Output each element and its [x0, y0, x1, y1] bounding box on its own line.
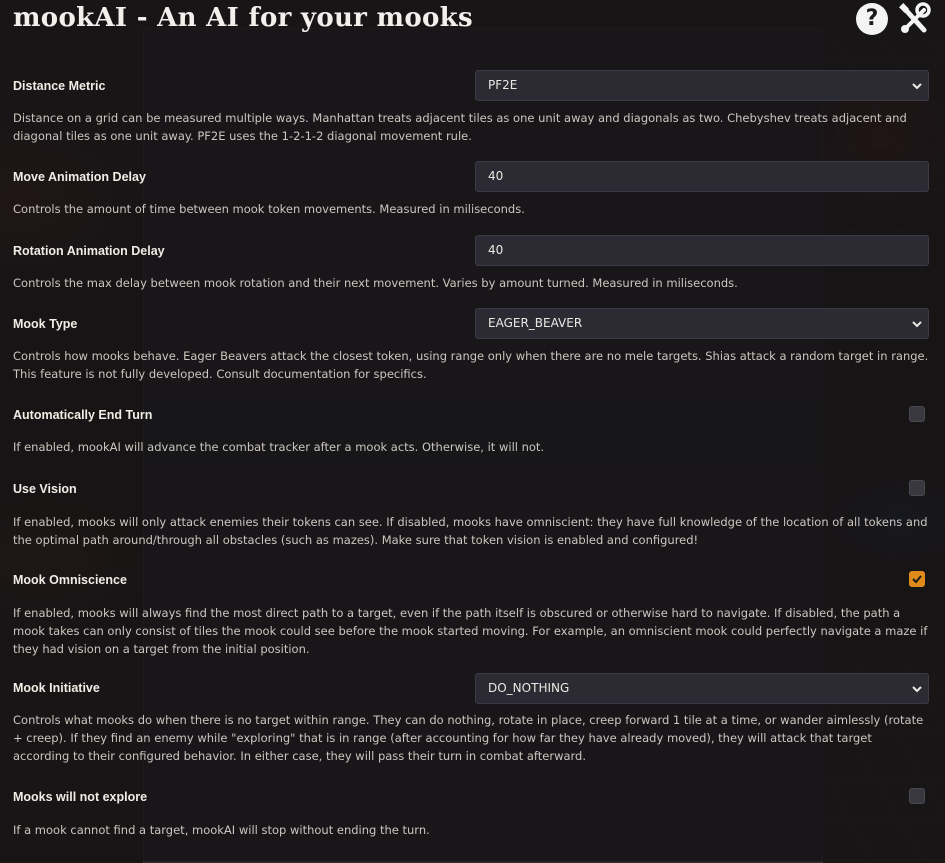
setting-hint: If enabled, mookAI will advance the comb…: [13, 440, 545, 454]
setting-hint: Controls the amount of time between mook…: [13, 202, 525, 216]
setting-mook-type: Mook Type EAGER_BEAVER Controls how mook…: [13, 307, 929, 387]
setting-hint: If a mook cannot find a target, mookAI w…: [13, 823, 430, 837]
use-vision-checkbox[interactable]: [909, 480, 925, 496]
question-circle-icon[interactable]: ?: [856, 3, 888, 35]
chevron-down-icon: [912, 321, 922, 328]
setting-hint: If enabled, mooks will only attack enemi…: [13, 515, 928, 547]
setting-label: Mooks will not explore: [13, 790, 148, 804]
setting-hint: Controls what mooks do when there is no …: [13, 713, 924, 763]
setting-rotation-animation-delay: Rotation Animation Delay 40 Controls the…: [13, 234, 929, 294]
check-icon: [912, 575, 922, 584]
setting-label: Mook Type: [13, 317, 78, 331]
setting-label: Mook Omniscience: [13, 573, 127, 587]
setting-move-animation-delay: Move Animation Delay 40 Controls the amo…: [13, 160, 929, 220]
select-value: EAGER_BEAVER: [488, 316, 583, 330]
setting-use-vision: Use Vision If enabled, mooks will only a…: [13, 472, 929, 552]
select-value: DO_NOTHING: [488, 681, 570, 695]
setting-label: Distance Metric: [13, 79, 106, 93]
setting-hint: Controls the max delay between mook rota…: [13, 276, 738, 290]
setting-automatically-end-turn: Automatically End Turn If enabled, mookA…: [13, 398, 929, 458]
setting-label: Use Vision: [13, 482, 77, 496]
setting-label: Move Animation Delay: [13, 170, 146, 184]
mook-omniscience-checkbox[interactable]: [909, 571, 925, 587]
rotation-animation-delay-input[interactable]: 40: [475, 235, 929, 266]
setting-hint: Distance on a grid can be measured multi…: [13, 111, 907, 143]
setting-hint: If enabled, mooks will always find the m…: [13, 606, 928, 656]
setting-mook-omniscience: Mook Omniscience If enabled, mooks will …: [13, 563, 929, 663]
setting-mook-initiative: Mook Initiative DO_NOTHING Controls what…: [13, 671, 929, 771]
move-animation-delay-input[interactable]: 40: [475, 161, 929, 192]
automatically-end-turn-checkbox[interactable]: [909, 406, 925, 422]
select-value: PF2E: [488, 78, 518, 92]
setting-hint: Controls how mooks behave. Eager Beavers…: [13, 349, 929, 381]
chevron-down-icon: [912, 83, 922, 90]
setting-label: Rotation Animation Delay: [13, 244, 165, 258]
setting-mooks-will-not-explore: Mooks will not explore If a mook cannot …: [13, 780, 929, 840]
distance-metric-select[interactable]: PF2E: [475, 70, 929, 101]
setting-label: Mook Initiative: [13, 681, 100, 695]
setting-label: Automatically End Turn: [13, 408, 153, 422]
app-title: mookAI - An AI for your mooks: [13, 3, 473, 33]
mook-initiative-select[interactable]: DO_NOTHING: [475, 673, 929, 704]
tools-icon[interactable]: [896, 2, 932, 38]
chevron-down-icon: [912, 686, 922, 693]
setting-distance-metric: Distance Metric PF2E Distance on a grid …: [13, 68, 929, 148]
mook-type-select[interactable]: EAGER_BEAVER: [475, 308, 929, 339]
mooks-will-not-explore-checkbox[interactable]: [909, 788, 925, 804]
